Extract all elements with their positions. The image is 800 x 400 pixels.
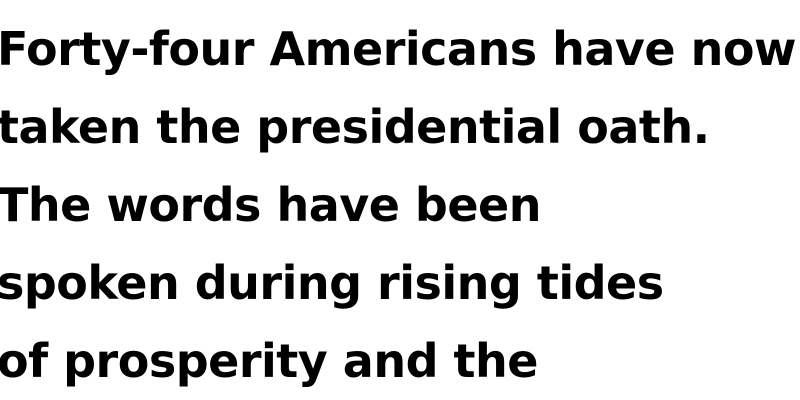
text-line-5: of prosperity and the bbox=[0, 334, 538, 388]
speech-text-block: Forty-four Americans have now taken the … bbox=[0, 10, 800, 400]
text-line-3: The words have been bbox=[0, 178, 542, 232]
text-line-1: Forty-four Americans have now bbox=[0, 22, 796, 76]
document-page: Forty-four Americans have now taken the … bbox=[0, 0, 800, 400]
text-line-4: spoken during rising tides bbox=[0, 256, 664, 310]
text-line-2: taken the presidential oath. bbox=[0, 100, 710, 154]
